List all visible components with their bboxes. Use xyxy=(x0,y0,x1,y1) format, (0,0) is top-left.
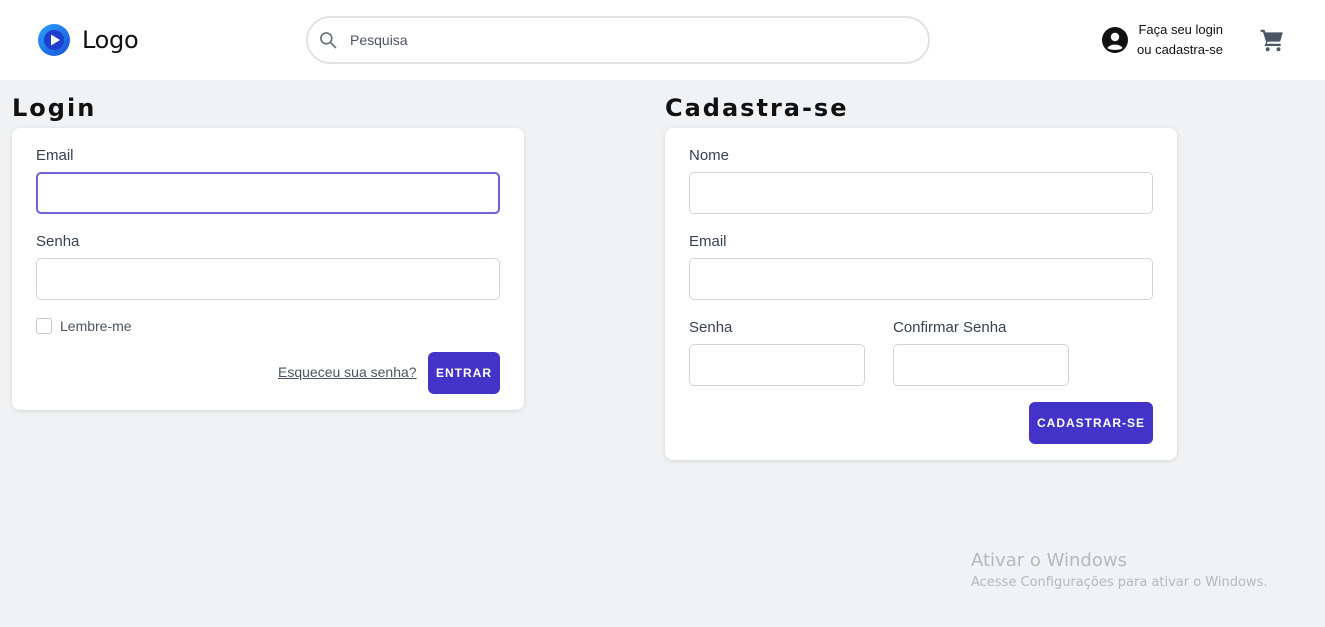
register-password-field[interactable] xyxy=(689,344,865,386)
remember-me[interactable]: Lembre-me xyxy=(36,318,132,334)
windows-activation-watermark: Ativar o Windows Acesse Configurações pa… xyxy=(971,550,1267,590)
register-name-field[interactable] xyxy=(689,172,1153,214)
forgot-password-link[interactable]: Esqueceu sua senha? xyxy=(278,364,417,380)
register-link-text[interactable]: cadastra-se xyxy=(1155,42,1223,57)
account-text: Faça seu login ou cadastra-se xyxy=(1137,20,1223,60)
cart-icon[interactable] xyxy=(1259,27,1285,53)
register-submit-button[interactable]: CADASTRAR-SE xyxy=(1029,402,1153,444)
register-confirm-label: Confirmar Senha xyxy=(893,319,1007,336)
watermark-subtitle: Acesse Configurações para ativar o Windo… xyxy=(971,575,1268,590)
login-password-label: Senha xyxy=(36,233,80,250)
login-email-label: Email xyxy=(36,147,74,164)
register-name-label: Nome xyxy=(689,147,730,164)
top-header: Logo Faça seu login ou cadastra-se xyxy=(0,0,1325,80)
register-card: Nome Email Senha Confirmar Senha CADASTR… xyxy=(665,128,1177,460)
register-prompt: ou cadastra-se xyxy=(1137,40,1223,60)
logo-text: Logo xyxy=(82,26,139,54)
login-prompt: Faça seu login xyxy=(1138,22,1223,37)
login-password-field[interactable] xyxy=(36,258,500,300)
login-submit-button[interactable]: ENTRAR xyxy=(428,352,500,394)
register-title: Cadastra-se xyxy=(665,94,849,122)
register-email-field[interactable] xyxy=(689,258,1153,300)
play-circle-icon xyxy=(38,24,70,56)
user-account-icon xyxy=(1102,27,1128,53)
search-icon xyxy=(320,32,337,49)
search-bar[interactable] xyxy=(306,16,930,64)
register-confirm-field[interactable] xyxy=(893,344,1069,386)
remember-me-checkbox[interactable] xyxy=(36,318,52,334)
search-input[interactable] xyxy=(350,18,928,62)
watermark-title: Ativar o Windows xyxy=(971,550,1127,571)
register-prefix: ou xyxy=(1137,42,1156,57)
login-title: Login xyxy=(12,94,97,122)
logo[interactable]: Logo xyxy=(38,24,139,56)
register-password-label: Senha xyxy=(689,319,733,336)
remember-me-label: Lembre-me xyxy=(60,318,132,334)
login-email-field[interactable] xyxy=(36,172,500,214)
account-area[interactable]: Faça seu login ou cadastra-se xyxy=(1101,20,1223,60)
login-card: Email Senha Lembre-me Esqueceu sua senha… xyxy=(12,128,524,410)
register-email-label: Email xyxy=(689,233,727,250)
